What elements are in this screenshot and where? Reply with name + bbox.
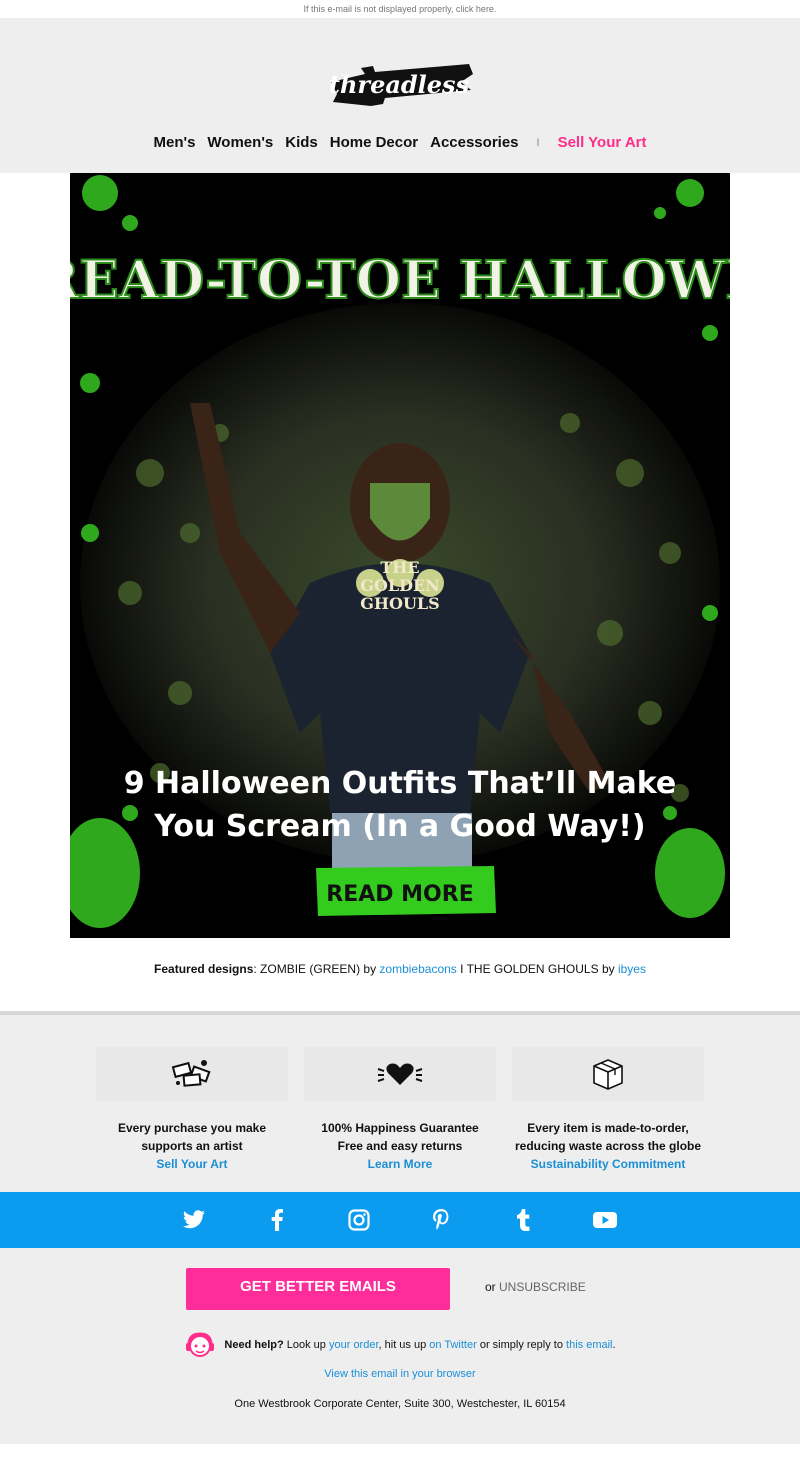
value-props: Every purchase you make supports an arti… <box>0 1015 800 1192</box>
read-more-button[interactable]: READ MORE <box>316 866 496 916</box>
this-email-link[interactable]: this email <box>566 1339 612 1351</box>
value-guarantee-line1: 100% Happiness Guarantee <box>321 1121 479 1135</box>
footer: GET BETTER EMAILS or UNSUBSCRIBE Need he… <box>0 1248 800 1444</box>
artist1-link[interactable]: zombiebacons <box>379 962 456 976</box>
svg-text:threadless: threadless <box>329 70 470 99</box>
value-guarantee-text: 100% Happiness Guarantee Free and easy r… <box>304 1119 496 1155</box>
support-mascot-icon <box>186 1332 215 1357</box>
logo[interactable]: threadless <box>0 60 800 110</box>
help-text-3: or simply reply to <box>476 1339 567 1351</box>
nav-item-mens[interactable]: Men's <box>154 134 196 151</box>
sustainability-link[interactable]: Sustainability Commitment <box>512 1155 704 1173</box>
value-guarantee-line2: Free and easy returns <box>337 1139 463 1153</box>
value-prop-guarantee: 100% Happiness Guarantee Free and easy r… <box>304 1047 496 1173</box>
nav-item-kids[interactable]: Kids <box>285 134 318 151</box>
learn-more-link[interactable]: Learn More <box>304 1155 496 1173</box>
nav-item-womens[interactable]: Women's <box>207 134 273 151</box>
heart-icon <box>304 1047 496 1101</box>
value-artist-line1: Every purchase you make <box>117 1121 267 1135</box>
value-artist-text: Every purchase you make supports an arti… <box>96 1119 288 1155</box>
preheader-text[interactable]: If this e-mail is not displayed properly… <box>304 4 497 14</box>
header: threadless Men's Women's Kids Home Decor… <box>0 18 800 173</box>
value-prop-sustainability: Every item is made-to-order, reducing wa… <box>512 1047 704 1173</box>
value-artist-line2: supports an artist <box>141 1139 243 1153</box>
social-bar <box>0 1192 800 1248</box>
value-sustainability-line1: Every item is made-to-order, <box>527 1121 689 1135</box>
tee-text-2: GOLDEN <box>360 576 440 595</box>
company-address: One Westbrook Corporate Center, Suite 30… <box>234 1398 566 1410</box>
value-prop-artist: Every purchase you make supports an arti… <box>96 1047 288 1173</box>
featured-designs-caption: Featured designs: ZOMBIE (GREEN) by zomb… <box>0 962 800 976</box>
view-in-browser: View this email in your browser <box>0 1368 800 1380</box>
tee-text-1: THE <box>380 558 419 577</box>
youtube-icon[interactable] <box>591 1206 619 1234</box>
hero-headline: THREAD-TO-TOE HALLOWEEN <box>70 250 730 311</box>
threadless-logo[interactable]: threadless <box>325 60 475 110</box>
unsubscribe-link[interactable]: UNSUBSCRIBE <box>499 1280 586 1294</box>
hero-banner[interactable]: THE GOLDEN GHOULS THREAD-TO-TOE HALLOWEE… <box>70 173 730 938</box>
hero-subhead-line1: 9 Halloween Outfits That’ll Make <box>124 766 677 801</box>
money-icon <box>96 1047 288 1101</box>
pinterest-icon[interactable] <box>427 1206 455 1234</box>
nav-separator: I <box>536 136 540 149</box>
get-better-emails-button[interactable]: GET BETTER EMAILS <box>186 1268 450 1310</box>
help-text-4: . <box>612 1339 616 1351</box>
sell-your-art-link[interactable]: Sell Your Art <box>96 1155 288 1173</box>
hero-illustration: THE GOLDEN GHOULS THREAD-TO-TOE HALLOWEE… <box>70 173 730 938</box>
help-text-2: , hit us up <box>378 1339 430 1351</box>
or-text: or <box>485 1280 500 1294</box>
hero-subhead-line2: You Scream (In a Good Way!) <box>153 809 645 844</box>
help-text-1: Look up <box>283 1339 329 1351</box>
preheader[interactable]: If this e-mail is not displayed properly… <box>0 0 800 18</box>
main-nav: Men's Women's Kids Home Decor Accessorie… <box>0 134 800 151</box>
featured-label: Featured designs <box>154 962 254 976</box>
facebook-icon[interactable] <box>263 1206 291 1234</box>
caption-mid-text: I THE GOLDEN GHOULS by <box>456 962 618 976</box>
unsubscribe-line: or UNSUBSCRIBE <box>485 1280 586 1294</box>
your-order-link[interactable]: your order <box>329 1339 379 1351</box>
view-in-browser-link[interactable]: View this email in your browser <box>324 1368 475 1380</box>
design1-text: : ZOMBIE (GREEN) by <box>253 962 380 976</box>
tumblr-icon[interactable] <box>509 1206 537 1234</box>
value-sustainability-text: Every item is made-to-order, reducing wa… <box>512 1119 704 1155</box>
nav-item-accessories[interactable]: Accessories <box>430 134 518 151</box>
twitter-link[interactable]: on Twitter <box>429 1339 477 1351</box>
nav-item-sell-your-art[interactable]: Sell Your Art <box>558 134 647 151</box>
box-icon <box>512 1047 704 1101</box>
nav-item-home-decor[interactable]: Home Decor <box>330 134 418 151</box>
tee-text-3: GHOULS <box>360 594 439 613</box>
twitter-icon[interactable] <box>180 1206 208 1234</box>
artist2-link[interactable]: ibyes <box>618 962 646 976</box>
help-text: Need help? Look up your order, hit us up… <box>224 1339 615 1351</box>
read-more-label[interactable]: READ MORE <box>326 882 473 907</box>
help-bold: Need help? <box>224 1339 284 1351</box>
help-line: Need help? Look up your order, hit us up… <box>0 1332 800 1358</box>
instagram-icon[interactable] <box>345 1206 373 1234</box>
value-sustainability-line2: reducing waste across the globe <box>514 1139 702 1153</box>
